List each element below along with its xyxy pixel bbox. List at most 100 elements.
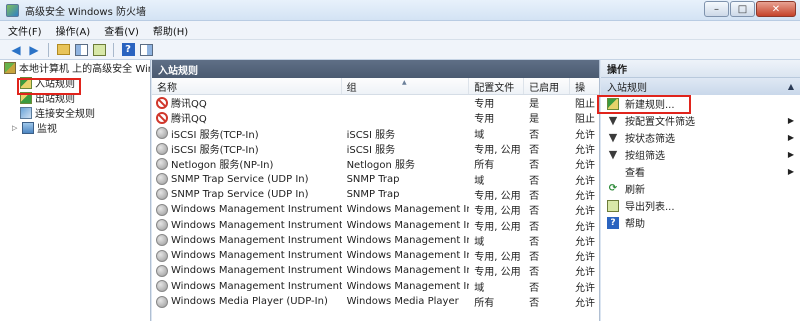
- menu-view[interactable]: 查看(V): [104, 23, 139, 38]
- menu-help[interactable]: 帮助(H): [153, 23, 188, 38]
- allow-icon: [156, 280, 168, 293]
- rule-group-cell-text: Netlogon 服务: [346, 160, 415, 172]
- close-button[interactable]: ✕: [756, 1, 796, 17]
- rule-group-cell-text: Windows Management In...: [346, 204, 470, 216]
- column-header-enabled[interactable]: 已启用: [524, 78, 571, 94]
- rule-profile-cell-text: 所有: [474, 298, 495, 309]
- collapse-caret-icon[interactable]: ▲: [788, 82, 794, 91]
- column-header-name[interactable]: 名称: [152, 78, 342, 94]
- rule-enabled-cell: 否: [524, 187, 570, 202]
- rule-enabled-cell-text: 否: [529, 160, 540, 172]
- rule-group-cell-text: Windows Management In...: [346, 265, 470, 277]
- tree-item-label: 监视: [37, 124, 57, 135]
- tree-root[interactable]: 本地计算机 上的高级安全 Windows 防火墙: [0, 60, 150, 75]
- table-row[interactable]: Windows Media Player (UDP-In) Windows Med…: [152, 294, 599, 309]
- rule-name-cell-text: Windows Management Instrumentati...: [171, 219, 342, 231]
- maximize-button[interactable]: □: [730, 1, 755, 17]
- rule-group-cell-text: Windows Management In...: [346, 234, 470, 246]
- folder-up-icon: [56, 44, 70, 55]
- allow-icon: [156, 219, 168, 232]
- table-row[interactable]: Windows Management Instrumentati... Windo…: [152, 202, 599, 217]
- refresh-icon: ⟳: [608, 183, 618, 194]
- rule-name-cell-text: 腾讯QQ: [171, 99, 207, 111]
- submenu-arrow-icon: ▶: [787, 116, 794, 125]
- table-row[interactable]: Windows Management Instrumentati... Windo…: [152, 217, 599, 233]
- action-item[interactable]: ⟳ 刷新: [601, 180, 800, 197]
- rule-group-cell: SNMP Trap: [342, 171, 470, 186]
- export-list-button[interactable]: [91, 42, 107, 58]
- rule-action-cell-text: 允许: [575, 298, 596, 309]
- rule-action-cell-text: 阻止: [575, 114, 596, 126]
- rule-profile-cell: 所有: [469, 294, 524, 309]
- rule-profile-cell: 专用, 公用: [469, 217, 524, 233]
- tree-item-monitoring[interactable]: ▷ 监视: [0, 120, 150, 135]
- table-row[interactable]: SNMP Trap Service (UDP In) SNMP Trap 域 否 允许: [152, 171, 599, 187]
- rule-group-cell: Windows Management In...: [342, 217, 470, 232]
- allow-icon: [156, 173, 168, 186]
- rule-enabled-cell: 是: [524, 110, 570, 125]
- rule-action-cell: 允许: [570, 233, 599, 248]
- block-icon: [156, 111, 168, 124]
- rule-action-cell: 允许: [570, 141, 599, 156]
- forward-arrow-icon[interactable]: ▶: [26, 42, 42, 58]
- table-row[interactable]: iSCSI 服务(TCP-In) iSCSI 服务 域 否 允许: [152, 126, 599, 141]
- rule-profile-cell: 专用: [469, 110, 524, 125]
- table-row[interactable]: Windows Management Instrumentati... Windo…: [152, 279, 599, 294]
- menu-file[interactable]: 文件(F): [8, 23, 42, 38]
- up-folder-button[interactable]: [55, 42, 71, 58]
- table-row[interactable]: Windows Management Instrumentati... Windo…: [152, 233, 599, 248]
- expand-arrow-icon[interactable]: ▷: [12, 124, 20, 132]
- table-row[interactable]: iSCSI 服务(TCP-In) iSCSI 服务 专用, 公用否 允许: [152, 141, 599, 156]
- column-header-profile[interactable]: 配置文件: [469, 78, 525, 94]
- rule-name-cell-text: SNMP Trap Service (UDP In): [171, 188, 309, 200]
- show-hide-action-pane-button[interactable]: [138, 42, 154, 58]
- rule-group-cell: Windows Management In...: [342, 248, 470, 263]
- submenu-arrow-icon: ▶: [787, 167, 794, 176]
- action-item[interactable]: 查看 ▶: [601, 163, 800, 180]
- action-item[interactable]: ▼ 按配置文件筛选 ▶: [601, 112, 800, 129]
- help-button[interactable]: ?: [120, 42, 136, 58]
- rule-profile-cell: 域: [469, 279, 524, 294]
- connection-security-icon: [20, 106, 32, 119]
- tree-item-connection-security-rules[interactable]: 连接安全规则: [0, 105, 150, 120]
- back-arrow-icon[interactable]: ◀: [8, 42, 24, 58]
- rules-panel-title: 入站规则: [152, 60, 599, 78]
- table-row[interactable]: 腾讯QQ 专用 是 阻止: [152, 110, 599, 125]
- rule-profile-cell-text: 专用, 公用: [474, 190, 521, 202]
- menu-action[interactable]: 操作(A): [56, 23, 91, 38]
- tree-root-label: 本地计算机 上的高级安全 Windows 防火墙: [19, 64, 150, 75]
- rule-group-cell-text: SNMP Trap: [346, 173, 400, 185]
- rule-action-cell-text: 允许: [575, 145, 596, 157]
- action-pane-icon: [139, 43, 153, 56]
- table-row[interactable]: Windows Management Instrumentati... Windo…: [152, 248, 599, 263]
- table-row[interactable]: SNMP Trap Service (UDP In) SNMP Trap 专用, 公…: [152, 187, 599, 202]
- rule-profile-cell: 专用, 公用: [469, 187, 524, 202]
- rule-group-cell: Windows Management In...: [342, 202, 470, 217]
- rule-profile-cell: 专用, 公用: [469, 141, 524, 156]
- actions-section-header[interactable]: 入站规则 ▲: [601, 78, 800, 95]
- rule-group-cell-text: SNMP Trap: [346, 188, 400, 200]
- allow-icon: [156, 157, 168, 170]
- action-item[interactable]: ▼ 按组筛选 ▶: [601, 146, 800, 163]
- rule-action-cell: 允许: [570, 156, 599, 171]
- actions-list: 新建规则... ▼ 按配置文件筛选 ▶ ▼ 按状态筛选 ▶ ▼ 按组筛选 ▶ 查看 ▶ ⟳ 刷新 导出列表.…: [601, 95, 800, 231]
- rule-action-cell-text: 允许: [575, 282, 596, 294]
- rule-enabled-cell: 是: [524, 95, 570, 110]
- table-row[interactable]: 腾讯QQ 专用 是 阻止: [152, 95, 599, 110]
- action-item[interactable]: 导出列表...: [601, 197, 800, 214]
- tree-item-label: 连接安全规则: [35, 109, 95, 120]
- rule-action-cell: 允许: [570, 202, 599, 217]
- rule-group-cell-text: Windows Media Player: [346, 296, 459, 307]
- action-item[interactable]: ? 帮助: [601, 214, 800, 231]
- table-row[interactable]: Windows Management Instrumentati... Windo…: [152, 263, 599, 278]
- minimize-button[interactable]: –: [704, 1, 729, 17]
- action-item-label: 按配置文件筛选: [625, 117, 695, 128]
- show-hide-tree-button[interactable]: [73, 42, 89, 58]
- table-row[interactable]: Netlogon 服务(NP-In) Netlogon 服务 所有 否 允许: [152, 156, 599, 171]
- rule-action-cell-text: 允许: [575, 267, 596, 279]
- rule-action-cell-text: 允许: [575, 236, 596, 248]
- rule-name-cell: 腾讯QQ: [152, 95, 342, 110]
- action-item[interactable]: ▼ 按状态筛选 ▶: [601, 129, 800, 146]
- rule-action-cell-text: 允许: [575, 206, 596, 218]
- column-header-action[interactable]: 操: [570, 78, 599, 94]
